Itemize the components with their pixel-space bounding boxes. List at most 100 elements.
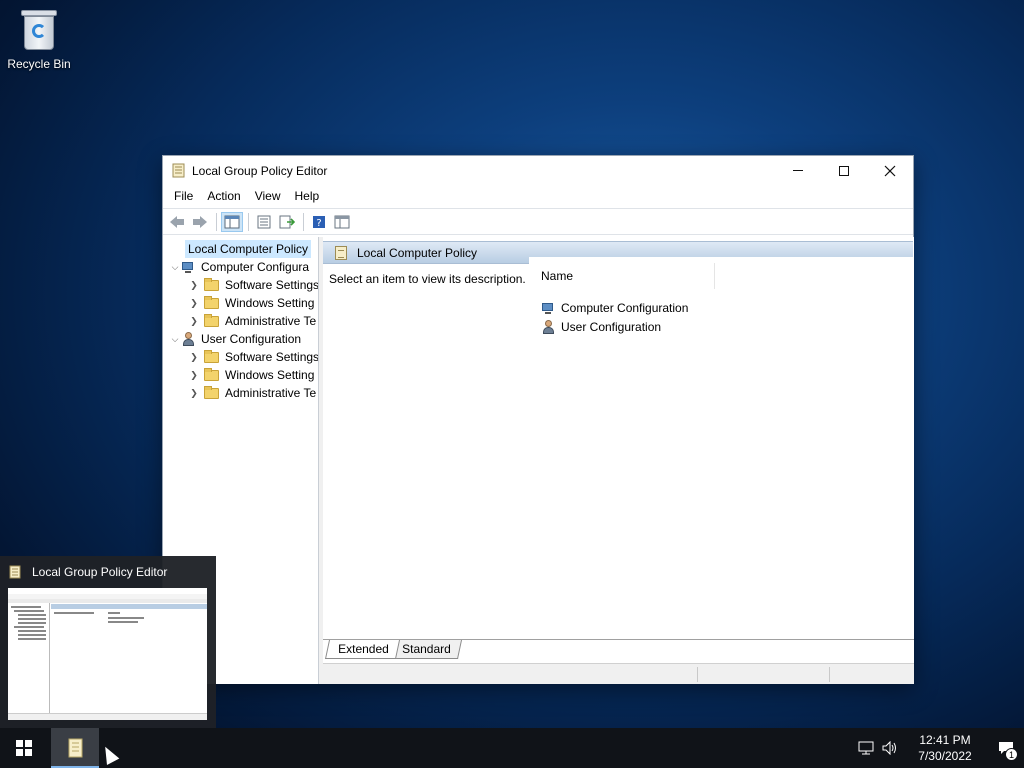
tab-label: Standard [402, 642, 451, 656]
column-header-label: Name [541, 269, 574, 283]
menu-file[interactable]: File [167, 189, 200, 203]
group-policy-editor-window: Local Group Policy Editor File Action Vi… [162, 155, 914, 684]
tree-item-label: Administrative Te [225, 314, 317, 328]
policy-editor-icon [68, 738, 83, 758]
export-list-button[interactable] [276, 212, 298, 232]
start-button[interactable] [0, 728, 48, 768]
minimize-icon [793, 170, 803, 171]
tree-item-windows-settings[interactable]: ❯ Windows Setting [188, 294, 314, 312]
menu-action[interactable]: Action [200, 189, 247, 203]
export-list-icon [279, 215, 295, 228]
show-hide-tree-button[interactable] [221, 211, 243, 232]
chevron-right-icon[interactable]: ❯ [188, 316, 200, 327]
policy-icon [335, 245, 347, 260]
maximize-button[interactable] [821, 156, 867, 185]
tree-item-software-settings[interactable]: ❯ Software Settings [188, 276, 319, 294]
tree-item-local-computer-policy[interactable]: Local Computer Policy [185, 240, 312, 258]
forward-button[interactable] [189, 212, 211, 232]
thumbnail-title: Local Group Policy Editor [32, 565, 168, 579]
list-item-user-configuration[interactable]: User Configuration [541, 318, 661, 336]
status-divider [829, 667, 830, 682]
column-header-name[interactable]: Name [535, 263, 715, 289]
back-button[interactable] [166, 212, 188, 232]
volume-icon[interactable] [878, 728, 902, 768]
title-bar[interactable]: Local Group Policy Editor [163, 156, 913, 185]
chevron-right-icon[interactable]: ❯ [188, 298, 200, 309]
details-pane: Local Computer Policy Select an item to … [323, 237, 914, 684]
thumbnail-image[interactable] [8, 588, 207, 720]
description-text: Select an item to view its description. [329, 272, 526, 286]
toolbar: ? [163, 208, 913, 235]
tree-item-label: Windows Setting [225, 368, 315, 382]
tab-extended[interactable]: Extended [324, 640, 400, 659]
action-center-button[interactable]: 1 [988, 728, 1024, 768]
policy-editor-icon [9, 565, 21, 579]
network-icon[interactable] [854, 728, 878, 768]
taskbar: 12:41 PM 7/30/2022 1 [0, 728, 1024, 768]
tree-item-label: Administrative Te [225, 386, 317, 400]
console-tree-icon [224, 215, 240, 228]
user-icon [181, 332, 196, 346]
properties-button[interactable] [253, 212, 275, 232]
chevron-right-icon[interactable]: ❯ [188, 370, 200, 381]
close-button[interactable] [867, 156, 913, 185]
status-divider [697, 667, 698, 682]
menu-view[interactable]: View [248, 189, 288, 203]
filter-options-icon [334, 215, 350, 228]
status-bar [323, 663, 914, 684]
menu-help[interactable]: Help [288, 189, 327, 203]
clock-time: 12:41 PM [919, 733, 971, 747]
chevron-down-icon[interactable]: ⌵ [169, 262, 181, 273]
user-icon [541, 320, 556, 334]
tree-item-label: Windows Setting [225, 296, 315, 310]
list-item-computer-configuration[interactable]: Computer Configuration [541, 299, 688, 317]
tree-item-label: Software Settings [225, 278, 319, 292]
toolbar-separator [303, 212, 304, 231]
policy-editor-icon [172, 163, 185, 178]
notification-badge: 1 [1005, 748, 1018, 761]
computer-icon [541, 302, 556, 315]
menu-bar: File Action View Help [163, 185, 913, 208]
taskbar-group-policy-editor[interactable] [51, 728, 99, 768]
recycle-bin-icon [19, 6, 59, 54]
window-title: Local Group Policy Editor [192, 164, 328, 178]
tree-item-administrative-templates[interactable]: ❯ Administrative Te [188, 312, 316, 330]
tree-item-label: Computer Configura [201, 260, 310, 274]
clock-date: 7/30/2022 [918, 749, 972, 763]
properties-icon [257, 215, 271, 228]
maximize-icon [839, 165, 849, 176]
taskbar-thumbnail-preview[interactable]: Local Group Policy Editor [0, 556, 216, 728]
system-tray: 12:41 PM 7/30/2022 1 [854, 728, 1024, 768]
forward-arrow-icon [193, 215, 207, 228]
tab-standard[interactable]: Standard [388, 640, 462, 659]
tree-item-user-software-settings[interactable]: ❯ Software Settings [188, 348, 319, 366]
item-list: Name Computer Configuration User Configu… [529, 257, 913, 640]
tree-item-label: Local Computer Policy [188, 242, 309, 256]
folder-icon [204, 295, 219, 309]
description-panel: Select an item to view its description. [323, 264, 529, 640]
folder-icon [204, 313, 219, 327]
minimize-button[interactable] [775, 156, 821, 185]
chevron-right-icon[interactable]: ❯ [188, 280, 200, 291]
tree-item-user-windows-settings[interactable]: ❯ Windows Setting [188, 366, 314, 384]
clock[interactable]: 12:41 PM 7/30/2022 [908, 732, 982, 764]
tree-item-computer-configuration[interactable]: ⌵ Computer Configura [169, 258, 309, 276]
tree-item-label: Software Settings [225, 350, 319, 364]
tree-item-user-administrative-templates[interactable]: ❯ Administrative Te [188, 384, 316, 402]
chevron-down-icon[interactable]: ⌵ [169, 334, 181, 345]
list-item-label: User Configuration [561, 320, 662, 334]
folder-icon [204, 385, 219, 399]
recycle-bin-shortcut[interactable]: Recycle Bin [4, 6, 74, 71]
chevron-right-icon[interactable]: ❯ [188, 352, 200, 363]
chevron-right-icon[interactable]: ❯ [188, 388, 200, 399]
svg-text:?: ? [316, 218, 321, 229]
filter-button[interactable] [331, 212, 353, 232]
folder-icon [204, 277, 219, 291]
help-button[interactable]: ? [308, 212, 330, 232]
view-tabs: Extended Standard [323, 639, 914, 663]
computer-icon [181, 261, 196, 274]
tree-item-user-configuration[interactable]: ⌵ User Configuration [169, 330, 301, 348]
tab-label: Extended [338, 642, 389, 656]
list-item-label: Computer Configuration [561, 301, 689, 315]
folder-icon [204, 367, 219, 381]
